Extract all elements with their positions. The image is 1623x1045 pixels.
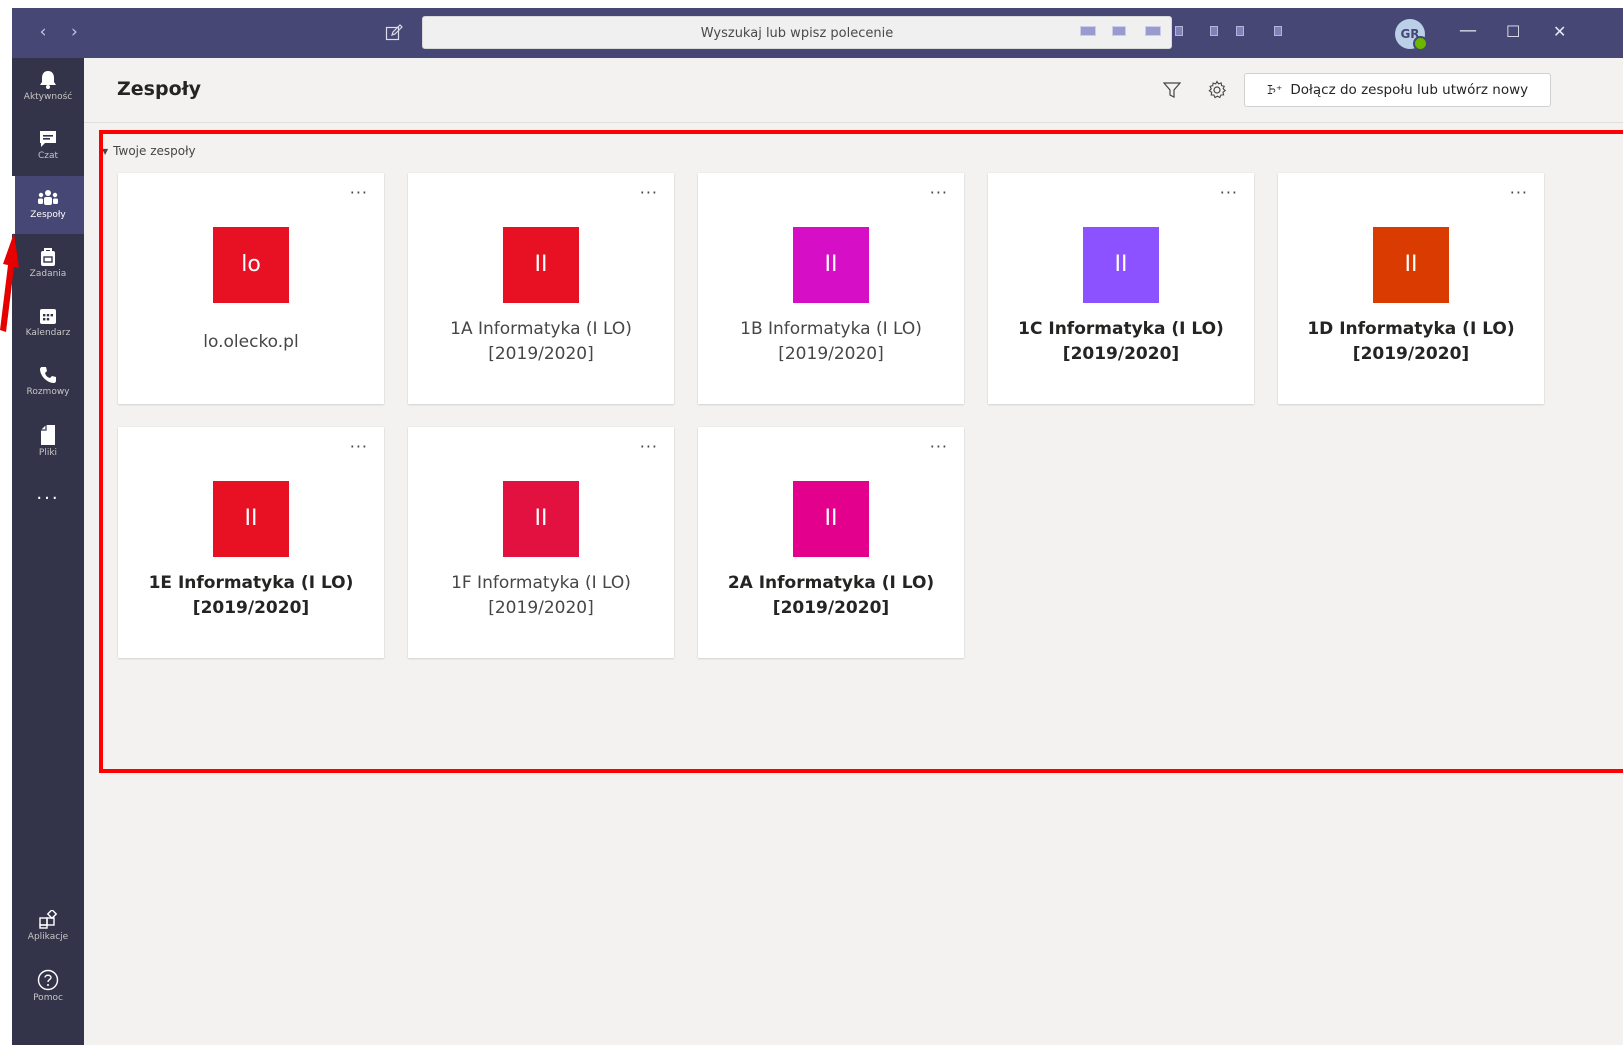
more-options-button[interactable]: ··· — [1510, 183, 1528, 202]
files-icon — [41, 425, 55, 445]
team-card[interactable]: ··· II 1A Informatyka (I LO) [2019/2020] — [408, 173, 674, 404]
search-input[interactable]: Wyszukaj lub wpisz polecenie — [422, 16, 1172, 49]
apps-icon — [39, 910, 58, 929]
more-options-button[interactable]: ··· — [350, 437, 368, 456]
more-options-button[interactable]: ··· — [930, 183, 948, 202]
maximize-button[interactable]: ☐ — [1506, 22, 1520, 41]
bell-icon — [40, 71, 56, 89]
avatar[interactable]: GR — [1395, 19, 1428, 51]
minimize-button[interactable]: — — [1459, 20, 1477, 41]
chat-icon — [40, 131, 56, 147]
history-nav: ‹ › — [30, 22, 87, 42]
rail-item-label: Pliki — [38, 448, 58, 458]
rail-item-label: Aktywność — [23, 92, 73, 102]
more-options-button[interactable]: ··· — [930, 437, 948, 456]
team-name: 1F Informatyka (I LO) [2019/2020] — [451, 573, 631, 618]
page-title: Zespoły — [117, 78, 202, 100]
add-people-icon: ꘙ⁺ — [1266, 83, 1283, 97]
phone-icon — [40, 367, 56, 383]
overlay-toolbar-ghost — [1080, 26, 1096, 36]
filter-icon[interactable] — [1163, 81, 1181, 99]
team-avatar-tile: II — [1373, 227, 1449, 303]
rail-item-activity[interactable]: Aktywność — [12, 58, 84, 116]
team-card[interactable]: ··· II 1B Informatyka (I LO) [2019/2020] — [698, 173, 964, 404]
team-avatar-tile: lo — [213, 227, 289, 303]
overlay-toolbar-ghost — [1145, 26, 1161, 36]
overlay-toolbar-ghost — [1274, 26, 1282, 36]
team-name: 1E Informatyka (I LO) [2019/2020] — [148, 573, 354, 618]
team-card[interactable]: ··· II 1F Informatyka (I LO) [2019/2020] — [408, 427, 674, 658]
team-card[interactable]: ··· II 1D Informatyka (I LO) [2019/2020] — [1278, 173, 1544, 404]
back-button[interactable]: ‹ — [30, 22, 56, 42]
rail-item-apps[interactable]: Aplikacje — [12, 898, 84, 956]
rail-item-help[interactable]: Pomoc — [12, 957, 84, 1015]
rail-item-label: Rozmowy — [26, 387, 70, 397]
section-toggle[interactable]: ▼ Twoje zespoły — [102, 144, 196, 158]
team-name: 1C Informatyka (I LO) [2019/2020] — [1018, 319, 1224, 364]
more-options-button[interactable]: ··· — [640, 183, 658, 202]
team-card[interactable]: ··· lo lo.olecko.pl — [118, 173, 384, 404]
rail-item-files[interactable]: Pliki — [12, 412, 84, 470]
assignments-icon — [41, 248, 55, 266]
app-bar: Aktywność Czat Zespoły Zadania Kalendarz… — [12, 58, 84, 1045]
red-arrow-annotation — [0, 233, 19, 332]
header-divider — [84, 122, 1623, 123]
rail-item-label: Aplikacje — [27, 932, 69, 942]
team-card[interactable]: ··· II 1C Informatyka (I LO) [2019/2020] — [988, 173, 1254, 404]
help-icon — [37, 969, 59, 991]
teams-icon — [38, 190, 58, 205]
team-name: 1D Informatyka (I LO) [2019/2020] — [1307, 319, 1515, 364]
team-name: lo.olecko.pl — [203, 332, 299, 352]
more-apps-button[interactable]: ... — [12, 483, 84, 513]
gear-icon[interactable] — [1207, 80, 1227, 100]
close-button[interactable]: ✕ — [1553, 22, 1566, 41]
team-avatar-tile: II — [793, 481, 869, 557]
team-name: 1B Informatyka (I LO) [2019/2020] — [740, 319, 922, 364]
rail-item-label: Czat — [37, 151, 59, 161]
join-button-label: Dołącz do zespołu lub utwórz nowy — [1290, 82, 1529, 98]
compose-icon[interactable] — [385, 24, 403, 42]
team-avatar-tile: II — [503, 481, 579, 557]
join-or-create-team-button[interactable]: ꘙ⁺ Dołącz do zespołu lub utwórz nowy — [1244, 73, 1551, 107]
status-available-icon — [1413, 36, 1428, 51]
rail-item-calls[interactable]: Rozmowy — [12, 353, 84, 411]
overlay-toolbar-ghost — [1112, 26, 1126, 36]
section-label: Twoje zespoły — [113, 144, 196, 158]
calendar-icon — [40, 309, 56, 324]
more-options-button[interactable]: ··· — [1220, 183, 1238, 202]
team-card[interactable]: ··· II 1E Informatyka (I LO) [2019/2020] — [118, 427, 384, 658]
title-bar: ‹ › Wyszukaj lub wpisz polecenie GR — ☐ … — [12, 8, 1623, 58]
team-name: 2A Informatyka (I LO) [2019/2020] — [727, 573, 935, 618]
more-options-button[interactable]: ··· — [350, 183, 368, 202]
team-avatar-tile: II — [1083, 227, 1159, 303]
overlay-toolbar-ghost — [1236, 26, 1244, 36]
rail-item-label: Zespoły — [30, 210, 66, 220]
team-avatar-tile: II — [793, 227, 869, 303]
more-options-button[interactable]: ··· — [640, 437, 658, 456]
forward-button[interactable]: › — [61, 22, 87, 42]
teams-window: ‹ › Wyszukaj lub wpisz polecenie GR — ☐ … — [12, 8, 1623, 1045]
team-avatar-tile: II — [503, 227, 579, 303]
rail-item-chat[interactable]: Czat — [12, 117, 84, 175]
overlay-toolbar-ghost — [1210, 26, 1218, 36]
overlay-toolbar-ghost — [1175, 26, 1183, 36]
team-card[interactable]: ··· II 2A Informatyka (I LO) [2019/2020] — [698, 427, 964, 658]
team-name: 1A Informatyka (I LO) [2019/2020] — [450, 319, 632, 364]
caret-down-icon: ▼ — [102, 147, 109, 156]
rail-item-label: Pomoc — [33, 993, 63, 1003]
team-avatar-tile: II — [213, 481, 289, 557]
